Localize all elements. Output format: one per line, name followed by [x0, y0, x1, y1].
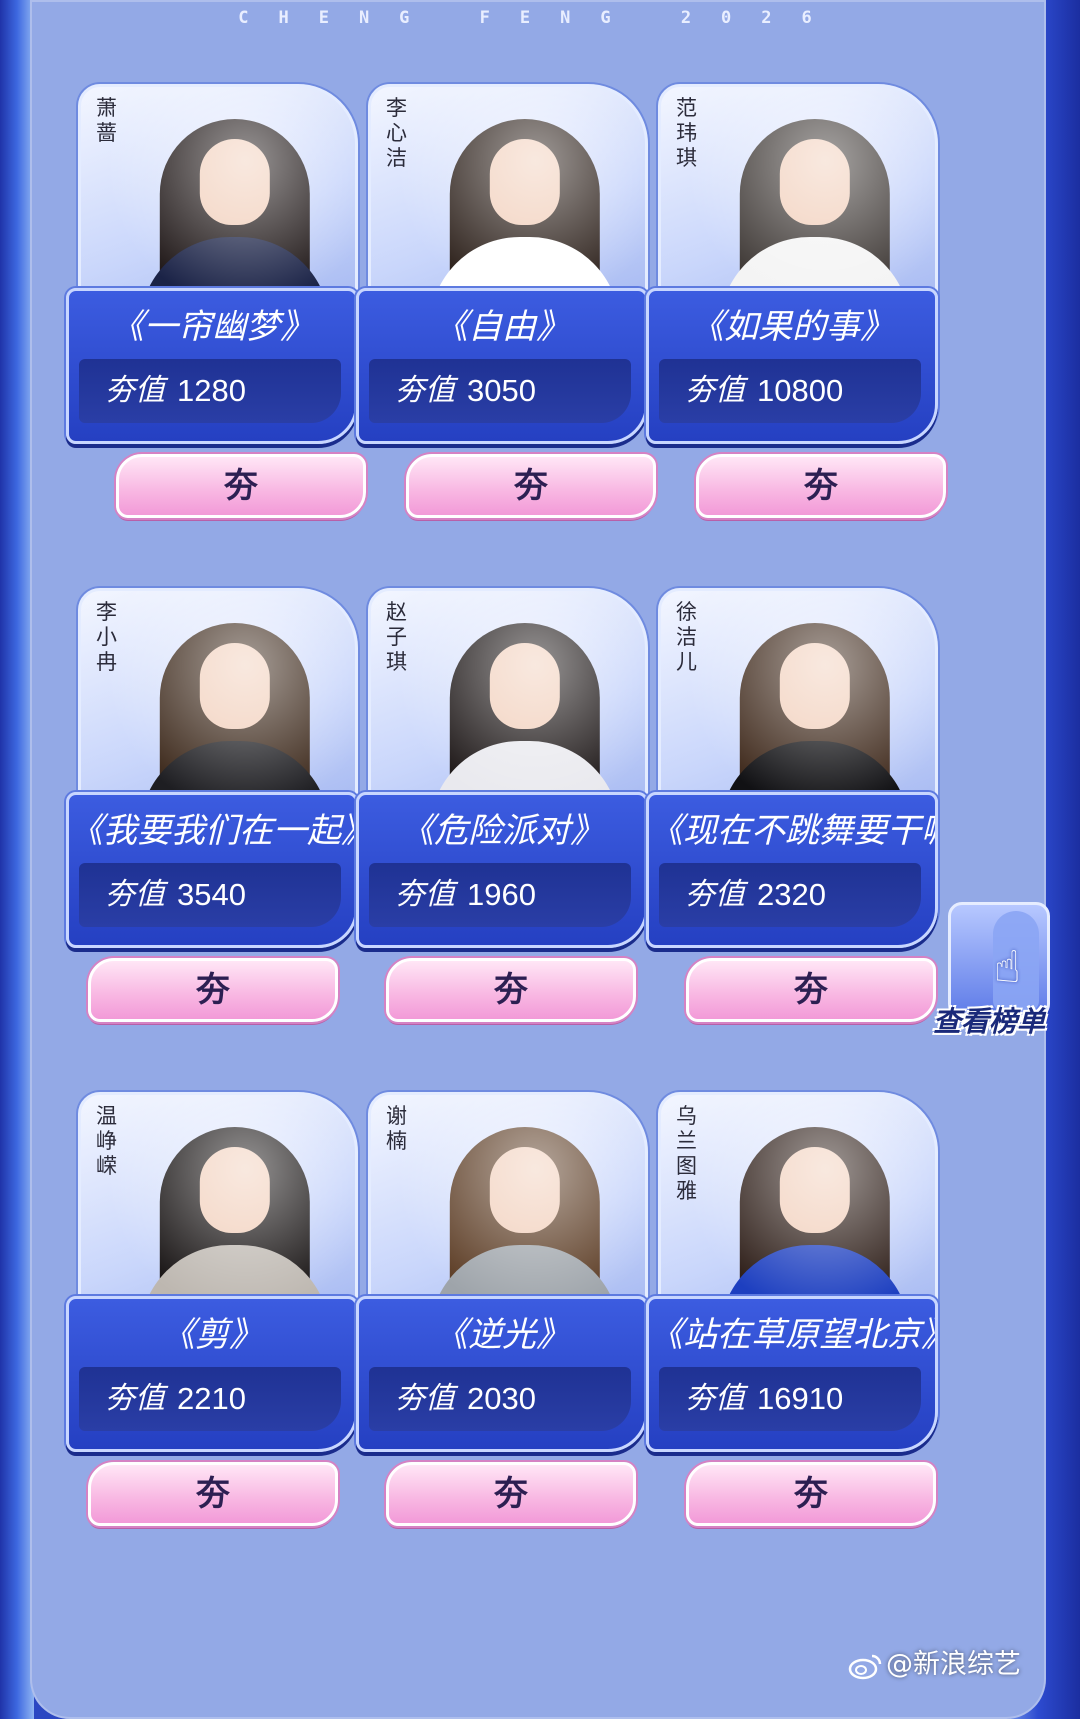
value-row: 夯值 2030 — [369, 1367, 631, 1431]
contestant-card: 李小冉 《我要我们在一起》 夯值 3540 夯 — [66, 560, 366, 1022]
song-title: 《现在不跳舞要干嘛》 — [649, 811, 935, 851]
song-plate: 《逆光》 夯值 2030 — [356, 1296, 648, 1452]
song-title: 《我要我们在一起》 — [69, 811, 355, 851]
portrait-face — [199, 139, 270, 225]
value-number: 3540 — [177, 877, 246, 912]
contestant-card: 萧蔷 《一帘幽梦》 夯值 1280 夯 — [66, 56, 366, 518]
portrait-face — [779, 643, 850, 729]
portrait-face — [779, 1147, 850, 1233]
value-number: 10800 — [757, 373, 844, 408]
song-plate: 《自由》 夯值 3050 — [356, 288, 648, 444]
value-label: 夯值 — [395, 877, 455, 912]
contestant-card: 乌兰图雅 《站在草原望北京》 夯值 16910 夯 — [646, 1064, 946, 1526]
contestant-name: 范玮琪 — [676, 96, 697, 170]
value-number: 16910 — [757, 1381, 844, 1416]
view-ranking-button[interactable]: ☝ 查看榜单 — [928, 882, 1050, 1044]
value-label: 夯值 — [105, 1381, 165, 1416]
contestant-card: 温峥嵘 《剪》 夯值 2210 夯 — [66, 1064, 366, 1526]
value-row: 夯值 1280 — [79, 359, 341, 423]
value-row: 夯值 16910 — [659, 1367, 921, 1431]
contestant-name: 乌兰图雅 — [676, 1104, 697, 1203]
value-label: 夯值 — [105, 373, 165, 408]
portrait-face — [199, 643, 270, 729]
value-row: 夯值 1960 — [369, 863, 631, 927]
praise-button[interactable]: 夯 — [386, 1462, 636, 1526]
watermark: @新浪综艺 — [848, 1640, 1078, 1690]
contestant-name: 谢楠 — [386, 1104, 407, 1153]
contestant-name: 萧蔷 — [96, 96, 117, 145]
praise-button[interactable]: 夯 — [88, 1462, 338, 1526]
praise-button[interactable]: 夯 — [686, 958, 936, 1022]
song-title: 《自由》 — [434, 307, 570, 347]
value-row: 夯值 3540 — [79, 863, 341, 927]
contestant-card: 赵子琪 《危险派对》 夯值 1960 夯 — [356, 560, 656, 1022]
portrait-face — [199, 1147, 270, 1233]
value-number: 1960 — [467, 877, 536, 912]
value-label: 夯值 — [105, 877, 165, 912]
song-title: 《剪》 — [161, 1315, 263, 1355]
praise-button[interactable]: 夯 — [686, 1462, 936, 1526]
praise-button[interactable]: 夯 — [696, 454, 946, 518]
contestant-name: 赵子琪 — [386, 600, 407, 674]
contestant-name: 温峥嵘 — [96, 1104, 117, 1178]
portrait-face — [489, 139, 560, 225]
song-title: 《站在草原望北京》 — [649, 1315, 935, 1355]
contestant-card: 徐洁儿 《现在不跳舞要干嘛》 夯值 2320 夯 — [646, 560, 946, 1022]
left-decoration — [0, 0, 34, 1719]
praise-button[interactable]: 夯 — [116, 454, 366, 518]
song-plate: 《剪》 夯值 2210 — [66, 1296, 358, 1452]
value-label: 夯值 — [395, 373, 455, 408]
song-title: 《逆光》 — [434, 1315, 570, 1355]
song-plate: 《一帘幽梦》 夯值 1280 — [66, 288, 358, 444]
song-plate: 《我要我们在一起》 夯值 3540 — [66, 792, 358, 948]
value-number: 2210 — [177, 1381, 246, 1416]
contestant-card: 李心洁 《自由》 夯值 3050 夯 — [356, 56, 656, 518]
value-label: 夯值 — [685, 877, 745, 912]
contestant-name: 李心洁 — [386, 96, 407, 170]
contestant-name: 李小冉 — [96, 600, 117, 674]
header-banner-text: CHENG FENG 2026 — [238, 8, 842, 28]
praise-button[interactable]: 夯 — [406, 454, 656, 518]
portrait-face — [489, 1147, 560, 1233]
pointing-hand-icon: ☝ — [994, 942, 1021, 993]
value-number: 2320 — [757, 877, 826, 912]
praise-button[interactable]: 夯 — [386, 958, 636, 1022]
portrait-face — [489, 643, 560, 729]
contestant-name: 徐洁儿 — [676, 600, 697, 674]
song-plate: 《如果的事》 夯值 10800 — [646, 288, 938, 444]
song-title: 《如果的事》 — [690, 307, 894, 347]
view-ranking-label: 查看榜单 — [932, 1005, 1045, 1038]
value-row: 夯值 3050 — [369, 359, 631, 423]
value-row: 夯值 2210 — [79, 1367, 341, 1431]
praise-button[interactable]: 夯 — [88, 958, 338, 1022]
portrait-face — [779, 139, 850, 225]
value-row: 夯值 10800 — [659, 359, 921, 423]
value-number: 2030 — [467, 1381, 536, 1416]
contestant-card: 谢楠 《逆光》 夯值 2030 夯 — [356, 1064, 656, 1526]
song-plate: 《危险派对》 夯值 1960 — [356, 792, 648, 948]
song-plate: 《现在不跳舞要干嘛》 夯值 2320 — [646, 792, 938, 948]
value-row: 夯值 2320 — [659, 863, 921, 927]
watermark-text: @新浪综艺 — [886, 1649, 1021, 1680]
weibo-icon — [848, 1654, 882, 1679]
value-label: 夯值 — [395, 1381, 455, 1416]
song-plate: 《站在草原望北京》 夯值 16910 — [646, 1296, 938, 1452]
song-title: 《一帘幽梦》 — [110, 307, 314, 347]
value-number: 3050 — [467, 373, 536, 408]
song-title: 《危险派对》 — [400, 811, 604, 851]
value-label: 夯值 — [685, 1381, 745, 1416]
contestant-card: 范玮琪 《如果的事》 夯值 10800 夯 — [646, 56, 946, 518]
value-number: 1280 — [177, 373, 246, 408]
value-label: 夯值 — [685, 373, 745, 408]
